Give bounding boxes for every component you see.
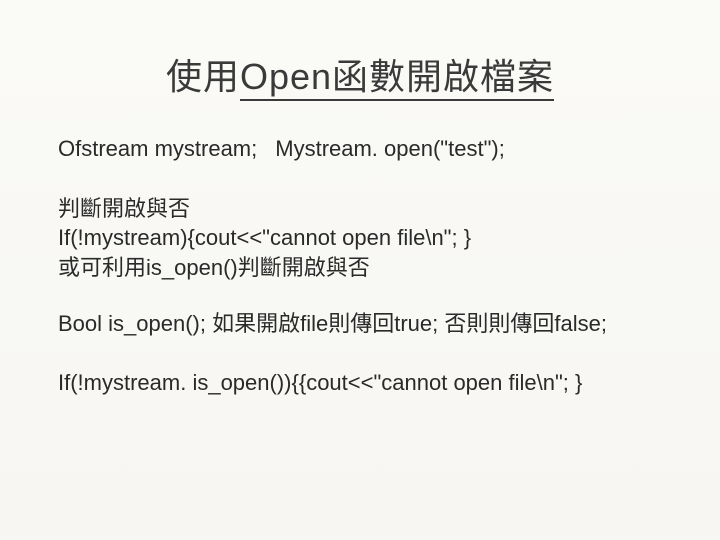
check-if-stmt: If(!mystream){cout<<"cannot open file\n"… bbox=[58, 223, 662, 253]
isopen-decl-line: Bool is_open(); 如果開啟file則傳回true; 否則則傳回fa… bbox=[58, 309, 662, 339]
decl-stmt: Ofstream mystream; bbox=[58, 136, 257, 161]
slide-content: Ofstream mystream; Mystream. open("test")… bbox=[58, 134, 662, 398]
isopen-if-line: If(!mystream. is_open()){{cout<<"cannot … bbox=[58, 368, 662, 398]
slide-title: 使用Open函數開啟檔案 bbox=[58, 48, 662, 100]
open-stmt: Mystream. open("test"); bbox=[275, 136, 505, 161]
slide-container: 使用Open函數開啟檔案 Ofstream mystream; Mystream.… bbox=[0, 0, 720, 540]
check-alt: 或可利用is_open()判斷開啟與否 bbox=[58, 253, 662, 283]
code-line-declare-open: Ofstream mystream; Mystream. open("test")… bbox=[58, 134, 662, 164]
check-heading: 判斷開啟與否 bbox=[58, 194, 662, 224]
check-open-block: 判斷開啟與否 If(!mystream){cout<<"cannot open … bbox=[58, 194, 662, 283]
isopen-text: Bool is_open(); 如果開啟file則傳回true; 否則則傳回fa… bbox=[58, 311, 607, 336]
title-underlined: Open函數開啟檔案 bbox=[240, 56, 554, 101]
title-prefix: 使用 bbox=[166, 56, 240, 97]
isopen-if-text: If(!mystream. is_open()){{cout<<"cannot … bbox=[58, 370, 582, 395]
